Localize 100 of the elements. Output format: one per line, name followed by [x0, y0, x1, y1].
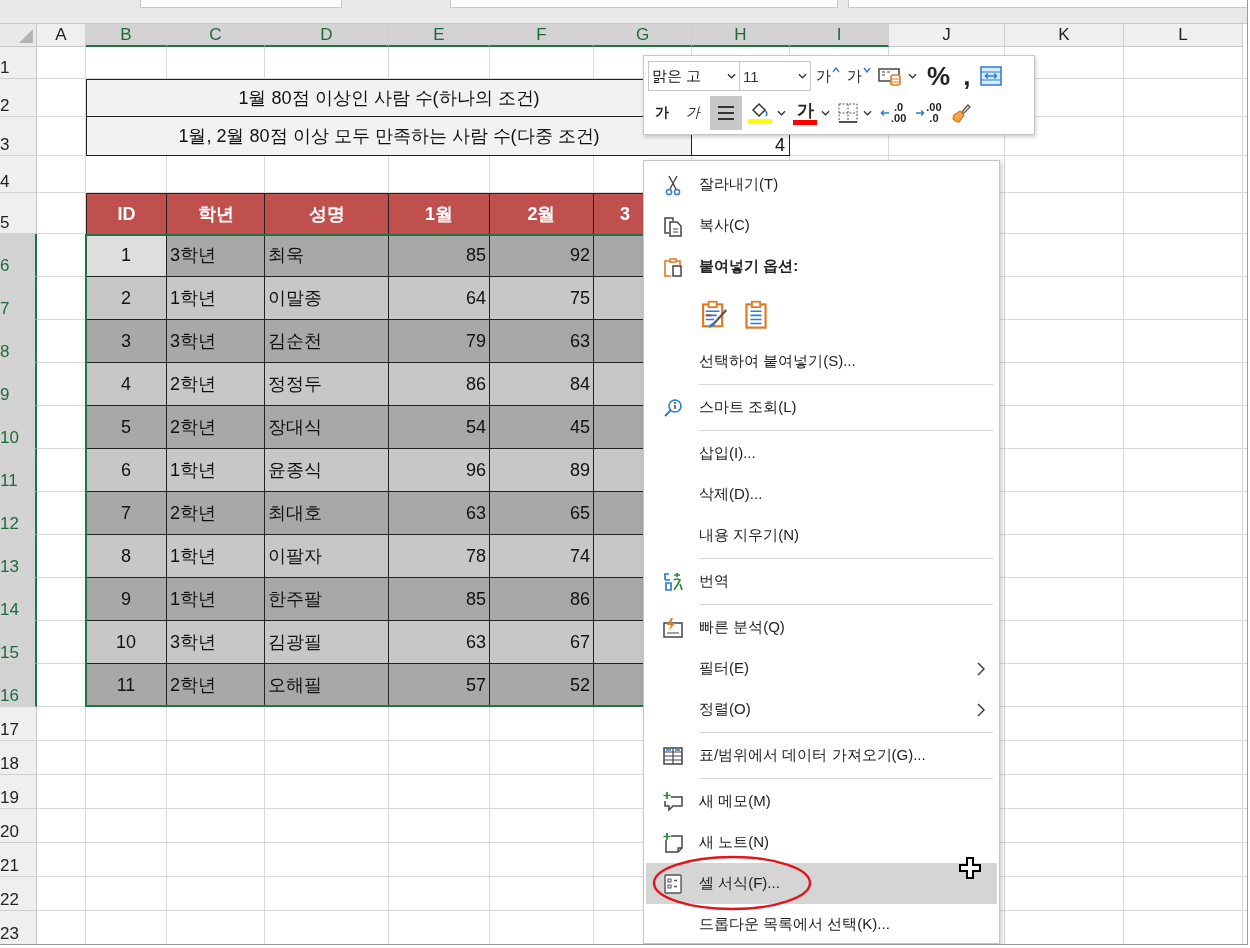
menu-item[interactable]: 셀 서식(F)...	[646, 863, 997, 904]
table-cell: 6	[86, 449, 167, 492]
menu-item[interactable]: 정렬(O)	[646, 689, 997, 730]
menu-item[interactable]: 스마트 조회(L)	[646, 387, 997, 428]
row-header[interactable]: 7	[0, 277, 37, 320]
column-heading: 2월	[490, 193, 594, 234]
menu-item[interactable]: 선택하여 붙여넣기(S)...	[646, 341, 997, 382]
column-header[interactable]: B	[86, 24, 167, 47]
row-header[interactable]: 11	[0, 449, 37, 492]
row-header[interactable]: 18	[0, 741, 37, 775]
column-header[interactable]: D	[265, 24, 389, 47]
column-heading: ID	[86, 193, 167, 234]
font-name-field[interactable]: 맑은 고	[648, 61, 740, 91]
table-cell: 김순천	[265, 320, 389, 363]
row-header[interactable]: 14	[0, 578, 37, 621]
row-header[interactable]: 16	[0, 664, 37, 707]
row-header[interactable]: 4	[0, 156, 37, 193]
table-cell: 8	[86, 535, 167, 578]
row-header[interactable]: 19	[0, 775, 37, 809]
table-cell: 10	[86, 621, 167, 664]
table-cell: 3학년	[167, 621, 265, 664]
menu-item[interactable]: 표/범위에서 데이터 가져오기(G)...	[646, 735, 997, 776]
menu-item[interactable]: 내용 지우기(N)	[646, 515, 997, 556]
column-heading: 학년	[167, 193, 265, 234]
row-header[interactable]: 10	[0, 406, 37, 449]
row-header[interactable]: 9	[0, 363, 37, 406]
table-cell: 78	[389, 535, 490, 578]
row-header[interactable]: 1	[0, 47, 37, 79]
column-header[interactable]: C	[167, 24, 265, 47]
table-cell: 85	[389, 234, 490, 277]
font-size-field[interactable]: 11	[739, 61, 811, 91]
menu-item[interactable]: 번역	[646, 561, 997, 602]
row-header[interactable]: 12	[0, 492, 37, 535]
column-header[interactable]: H	[692, 24, 790, 47]
row-header[interactable]: 2	[0, 79, 37, 117]
menu-item[interactable]: 빠른 분석(Q)	[646, 607, 997, 648]
column-header[interactable]: E	[389, 24, 490, 47]
table-cell: 2학년	[167, 664, 265, 707]
row-header[interactable]: 13	[0, 535, 37, 578]
row-header[interactable]: 17	[0, 707, 37, 741]
column-header[interactable]: L	[1124, 24, 1243, 47]
column-heading: 1월	[389, 193, 490, 234]
column-header[interactable]: J	[889, 24, 1005, 47]
menu-item[interactable]: 삽입(I)...	[646, 433, 997, 474]
grow-font-button[interactable]: 가	[814, 61, 842, 91]
menu-item[interactable]: 새 메모(M)	[646, 781, 997, 822]
column-header[interactable]: A	[37, 24, 86, 47]
menu-item[interactable]: 필터(E)	[646, 648, 997, 689]
row-header[interactable]: 8	[0, 320, 37, 363]
table-cell: 96	[389, 449, 490, 492]
table-cell: 2학년	[167, 363, 265, 406]
menu-heading: 붙여넣기 옵션:	[699, 257, 799, 276]
table-cell: 최욱	[265, 234, 389, 277]
align-center-icon	[716, 104, 736, 122]
menu-item[interactable]: 새 노트(N)	[646, 822, 997, 863]
table-cell: 67	[490, 621, 594, 664]
formula-field[interactable]	[848, 0, 1247, 8]
menu-item[interactable]: 삭제(D)...	[646, 474, 997, 515]
table-cell: 1학년	[167, 535, 265, 578]
column-header[interactable]: K	[1005, 24, 1124, 47]
row-header[interactable]: 20	[0, 809, 37, 843]
row-header[interactable]: 5	[0, 193, 37, 234]
chevron-down-icon	[798, 73, 807, 79]
formula-field[interactable]	[450, 0, 838, 8]
table-cell: 85	[389, 578, 490, 621]
table-cell: 4	[86, 363, 167, 406]
table-cell: 57	[389, 664, 490, 707]
paint-bucket-icon	[747, 101, 773, 125]
table-cell: 이팔자	[265, 535, 389, 578]
chevron-down-icon	[908, 73, 917, 79]
column-header[interactable]: F	[490, 24, 594, 47]
number-format-button[interactable]: %	[922, 61, 956, 91]
row-header[interactable]: 6	[0, 234, 37, 277]
increase-decimal-button[interactable]: .00 .0	[912, 98, 945, 128]
table-cell: 75	[490, 277, 594, 320]
table-cell: 79	[389, 320, 490, 363]
row-header[interactable]: 15	[0, 621, 37, 664]
table-cell: 5	[86, 406, 167, 449]
table-cell: 92	[490, 234, 594, 277]
column-header[interactable]: I	[790, 24, 889, 47]
format-cells-icon	[661, 872, 684, 895]
align-center-button[interactable]	[710, 96, 742, 130]
chevron-down-icon	[863, 110, 872, 116]
table-cell: 7	[86, 492, 167, 535]
table-cell: 54	[389, 406, 490, 449]
column-header[interactable]: G	[594, 24, 692, 47]
row-header[interactable]: 21	[0, 843, 37, 877]
row-header[interactable]: 23	[0, 911, 37, 944]
chevron-down-icon	[727, 73, 736, 79]
borders-icon	[837, 102, 859, 124]
table-cell: 11	[86, 664, 167, 707]
row-header[interactable]: 3	[0, 117, 37, 156]
shrink-font-button[interactable]: 가	[845, 61, 873, 91]
menu-item[interactable]: 드롭다운 목록에서 선택(K)...	[646, 904, 997, 944]
table-cell: 45	[490, 406, 594, 449]
font-color-button[interactable]: 가	[791, 98, 832, 128]
decrease-decimal-button[interactable]: .0 .00	[877, 98, 910, 128]
table-icon	[661, 744, 684, 767]
row-header[interactable]: 22	[0, 877, 37, 911]
number-format-button[interactable]: ,	[958, 61, 976, 91]
